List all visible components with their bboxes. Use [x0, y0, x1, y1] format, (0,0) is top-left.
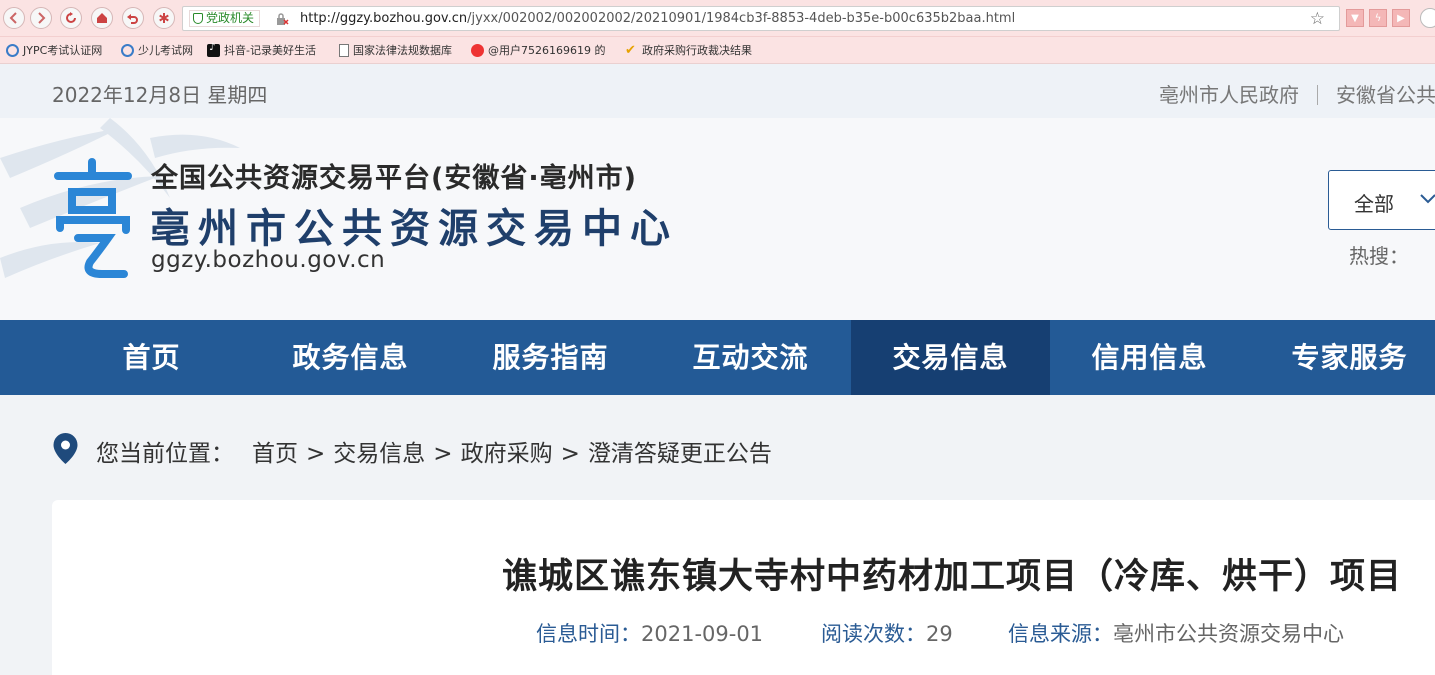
bookmark-item[interactable]: JYPC考试认证网 [6, 41, 102, 59]
divider [1317, 85, 1318, 105]
breadcrumb-label: 您当前位置： [96, 441, 234, 467]
site-subtitle: 全国公共资源交易平台(安徽省·亳州市) [151, 163, 637, 194]
breadcrumb: 您当前位置： 首页 > 交易信息 > 政府采购 > 澄清答疑更正公告 [96, 434, 772, 468]
bookmark-label: 政府采购行政裁决结果 [642, 44, 752, 57]
nav-credit-info[interactable]: 信用信息 [1050, 320, 1249, 395]
home-button[interactable] [91, 7, 113, 29]
link-province[interactable]: 安徽省公共 [1336, 83, 1435, 107]
extension-flash-icon[interactable]: ϟ [1369, 9, 1387, 27]
bookmark-label: 抖音-记录美好生活 [224, 44, 316, 57]
article-time: 信息时间：2021-09-01 [536, 618, 763, 648]
weibo-icon [471, 43, 484, 57]
nav-expert-service[interactable]: 专家服务 [1250, 320, 1435, 395]
site-title: 亳州市公共资源交易中心 [150, 206, 678, 252]
bookmark-item[interactable]: 抖音-记录美好生活 [207, 41, 316, 59]
url-path: /jyxx/002002/002002002/20210901/1984cb3f… [467, 11, 1016, 26]
reload-icon [66, 12, 76, 23]
site-topbar: 2022年12月8日 星期四 亳州市人民政府 安徽省公共 [0, 64, 1435, 118]
reload-button[interactable] [60, 7, 82, 29]
breadcrumb-procurement[interactable]: 政府采购 [461, 441, 553, 467]
address-bar[interactable]: 党政机关 http://ggzy.bozhou.gov.cn/jyxx/0020… [182, 6, 1340, 31]
bookmarks-bar: JYPC考试认证网 少儿考试网 抖音-记录美好生活 国家法律法规数据库 @用户7… [0, 37, 1435, 64]
chevron-down-icon [1420, 194, 1435, 204]
breadcrumb-separator: > [306, 441, 326, 467]
url-host: http://ggzy.bozhou.gov.cn [300, 11, 468, 26]
article-title: 谯城区谯东镇大寺村中药材加工项目（冷库、烘干）项目 [502, 557, 1403, 597]
breadcrumb-trade-info[interactable]: 交易信息 [333, 441, 425, 467]
breadcrumb-separator: > [433, 441, 453, 467]
favorites-button[interactable] [153, 7, 175, 29]
undo-icon [127, 14, 138, 24]
cert-badge[interactable]: 党政机关 [189, 10, 261, 27]
ie-icon [6, 43, 19, 57]
forward-arrow-icon [38, 12, 46, 24]
source-label: 信息来源： [1008, 622, 1113, 646]
tiktok-icon [207, 42, 220, 57]
insecure-lock-icon[interactable] [276, 13, 289, 26]
checkmark-icon: ✔ [625, 42, 636, 58]
back-button[interactable] [3, 7, 25, 29]
cert-label: 党政机关 [206, 11, 255, 25]
search-scope-value: 全部 [1354, 192, 1394, 216]
time-label: 信息时间： [536, 622, 641, 646]
breadcrumb-separator: > [560, 441, 580, 467]
shield-icon [193, 13, 203, 24]
nav-trade-info[interactable]: 交易信息 [851, 320, 1050, 395]
bookmark-item[interactable]: 少儿考试网 [121, 41, 193, 59]
extension-play-icon[interactable]: ▶ [1392, 9, 1410, 27]
reads-value: 29 [926, 622, 953, 646]
location-pin-icon [53, 433, 78, 464]
undo-close-button[interactable] [122, 7, 144, 29]
top-links: 亳州市人民政府 安徽省公共 [1159, 79, 1435, 108]
nav-interaction[interactable]: 互动交流 [651, 320, 850, 395]
time-value: 2021-09-01 [641, 622, 764, 646]
search-scope-select[interactable]: 全部 [1328, 170, 1435, 230]
link-city-government[interactable]: 亳州市人民政府 [1159, 83, 1299, 107]
browser-toolbar: 党政机关 http://ggzy.bozhou.gov.cn/jyxx/0020… [0, 0, 1435, 37]
url-text[interactable]: http://ggzy.bozhou.gov.cn/jyxx/002002/00… [300, 11, 1015, 26]
bookmark-item[interactable]: @用户7526169619 的 [471, 41, 605, 59]
asterisk-icon [159, 13, 169, 23]
nav-government-info[interactable]: 政务信息 [251, 320, 450, 395]
site-domain: ggzy.bozhou.gov.cn [151, 247, 386, 273]
current-date: 2022年12月8日 星期四 [52, 83, 268, 107]
article-reads: 阅读次数：29 [821, 618, 953, 648]
nav-service-guide[interactable]: 服务指南 [451, 320, 650, 395]
source-value: 亳州市公共资源交易中心 [1113, 622, 1344, 646]
main-nav: 首页 政务信息 服务指南 互动交流 交易信息 信用信息 专家服务 [0, 320, 1435, 395]
site-header: 全国公共资源交易平台(安徽省·亳州市) 亳州市公共资源交易中心 ggzy.boz… [0, 118, 1435, 320]
bookmark-label: JYPC考试认证网 [23, 44, 103, 57]
forward-button[interactable] [30, 7, 52, 29]
bookmark-label: 国家法律法规数据库 [353, 44, 452, 57]
browser-menu-icon[interactable] [1420, 8, 1435, 28]
document-icon [339, 43, 349, 57]
breadcrumb-current[interactable]: 澄清答疑更正公告 [588, 441, 772, 467]
hot-search-label: 热搜： [1349, 244, 1409, 268]
nav-home[interactable]: 首页 [52, 320, 251, 395]
article-source: 信息来源：亳州市公共资源交易中心 [1008, 618, 1344, 648]
bookmark-item[interactable]: ✔ 政府采购行政裁决结果 [625, 41, 752, 59]
reads-label: 阅读次数： [821, 622, 926, 646]
bookmark-label: 少儿考试网 [138, 44, 193, 57]
bookmark-item[interactable]: 国家法律法规数据库 [339, 41, 452, 59]
extension-dropdown-icon[interactable]: ▼ [1346, 9, 1364, 27]
site-logo-icon[interactable] [50, 158, 135, 280]
breadcrumb-home[interactable]: 首页 [252, 441, 298, 467]
bookmark-label: @用户7526169619 的 [488, 44, 606, 57]
ie-icon [121, 43, 134, 57]
back-arrow-icon [9, 12, 17, 24]
home-icon [97, 13, 107, 23]
bookmark-star-icon[interactable]: ☆ [1310, 9, 1325, 29]
